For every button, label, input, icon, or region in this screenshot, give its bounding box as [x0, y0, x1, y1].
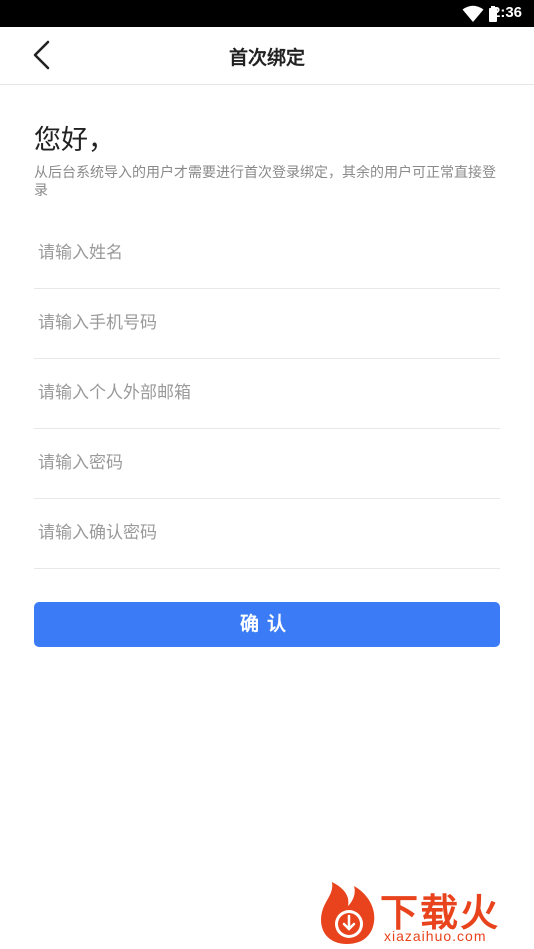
- watermark-domain: xiazaihuo.com: [384, 928, 487, 944]
- page-title: 首次绑定: [228, 47, 305, 69]
- phone-input[interactable]: [38, 309, 494, 337]
- name-input[interactable]: [38, 239, 494, 267]
- greeting-heading: 您好，: [34, 125, 115, 156]
- status-bar: 2:36: [0, 0, 534, 27]
- binding-description: 从后台系统导入的用户才需要进行首次登录绑定，其余的用户可正常直接登录: [34, 165, 496, 199]
- status-time: 2:36: [492, 4, 523, 21]
- email-field-row: [34, 359, 500, 429]
- confirm-button[interactable]: 确认: [34, 602, 500, 647]
- watermark-logo: 下载火 xiazaihuo.com: [316, 880, 530, 946]
- confirm-password-field-row: [34, 499, 500, 569]
- email-input[interactable]: [38, 379, 494, 407]
- password-input[interactable]: [38, 449, 494, 477]
- nav-bar: 首次绑定: [0, 27, 534, 85]
- flame-download-icon: [321, 882, 375, 944]
- confirm-password-input[interactable]: [38, 519, 494, 547]
- phone-field-row: [34, 289, 500, 359]
- wifi-icon: [462, 5, 484, 22]
- name-field-row: [34, 219, 500, 289]
- password-field-row: [34, 429, 500, 499]
